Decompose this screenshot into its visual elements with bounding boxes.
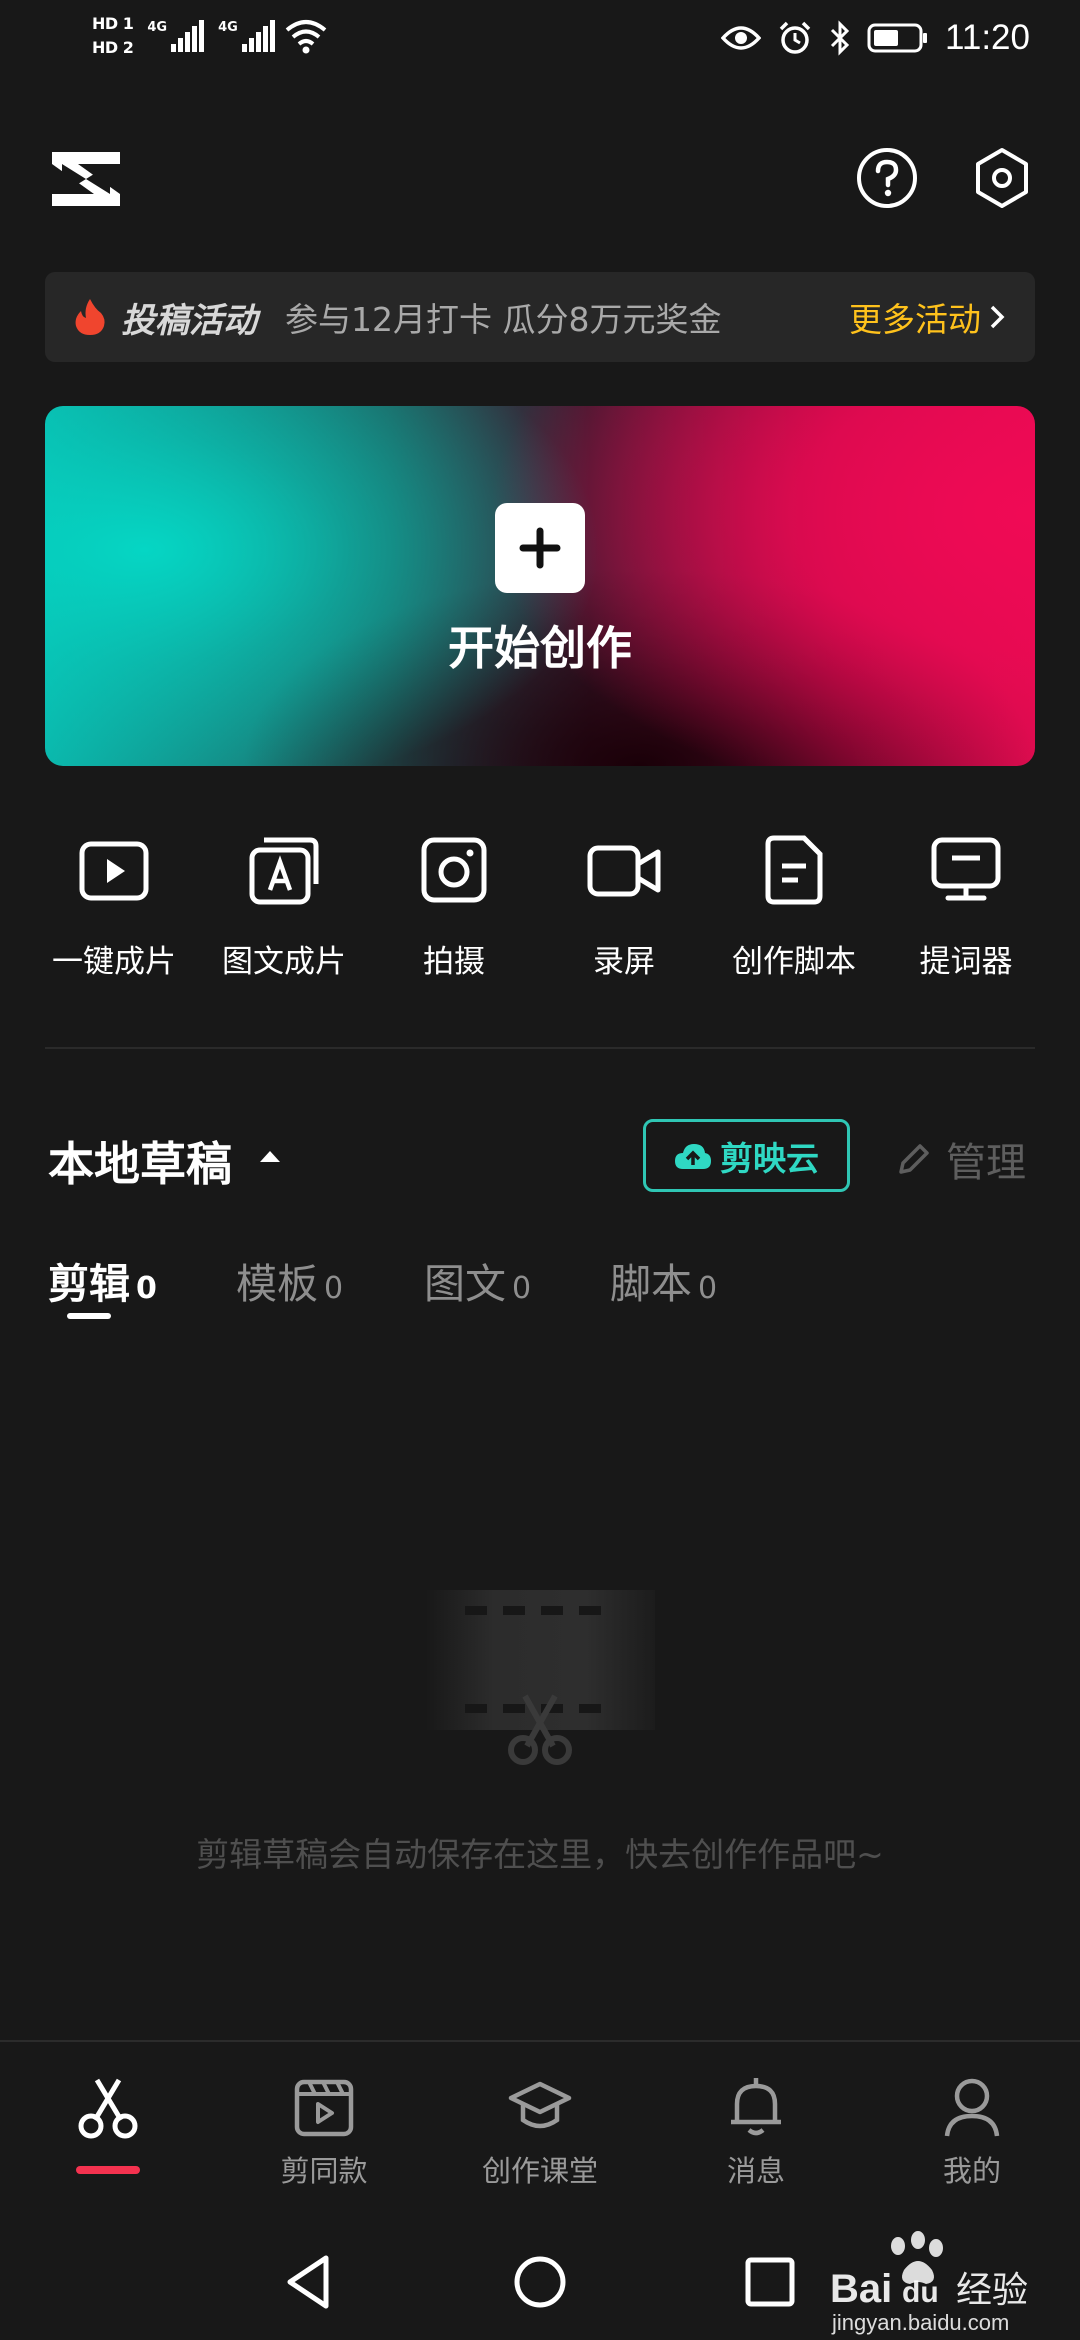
- nav-label: 消息: [726, 2154, 785, 2188]
- tool-shoot[interactable]: 拍摄: [369, 830, 539, 981]
- nav-active-indicator: [76, 2166, 140, 2174]
- play-square-icon: [79, 841, 149, 901]
- help-icon[interactable]: [855, 146, 919, 210]
- back-icon[interactable]: [284, 2254, 334, 2310]
- tool-text-to-video[interactable]: 图文成片: [199, 830, 369, 981]
- cloud-upload-icon: [675, 1143, 711, 1169]
- nav-profile[interactable]: 我的: [882, 2074, 1062, 2190]
- empty-film-scissors-icon: [425, 1590, 655, 1765]
- section-divider: [45, 1047, 1035, 1049]
- nav-label: 剪同款: [280, 2154, 368, 2188]
- script-doc-icon: [765, 835, 823, 905]
- banner-title: 投稿活动: [121, 300, 257, 341]
- tab-script[interactable]: 脚本 0: [610, 1250, 717, 1310]
- svg-text:jingyan.baidu.com: jingyan.baidu.com: [831, 2310, 1009, 2335]
- profile-icon: [944, 2078, 1000, 2137]
- tool-label: 创作脚本: [732, 944, 856, 980]
- nav-messages[interactable]: 消息: [666, 2074, 846, 2190]
- caret-up-icon[interactable]: [258, 1149, 282, 1163]
- video-camera-icon: [587, 845, 661, 897]
- tool-label: 一键成片: [52, 944, 176, 980]
- plus-icon[interactable]: [495, 503, 585, 593]
- svg-text:du: du: [902, 2276, 939, 2309]
- signal-icon: 4G: [218, 20, 275, 52]
- tool-label: 录屏: [593, 944, 655, 980]
- capcut-logo-icon: [52, 152, 120, 206]
- status-bar: HD 1 HD 2 4G 4G 11:20: [0, 0, 1080, 86]
- bell-icon: [731, 2078, 781, 2136]
- tab-template[interactable]: 模板 0: [236, 1250, 343, 1310]
- sim1-label: HD 1: [92, 14, 134, 33]
- tool-creation-script[interactable]: 创作脚本: [709, 830, 879, 981]
- nav-label: 我的: [942, 2154, 1001, 2188]
- status-left: HD 1 HD 2 4G 4G: [92, 14, 327, 58]
- baidu-watermark-logo: Bai du 经验 jingyan.baidu.com: [830, 2231, 1028, 2335]
- graduation-cap-icon: [508, 2081, 572, 2129]
- battery-icon: [867, 23, 927, 53]
- tool-label: 提词器: [919, 944, 1013, 980]
- capcut-cloud-button[interactable]: 剪映云: [643, 1119, 850, 1192]
- home-icon[interactable]: [512, 2254, 568, 2310]
- camera-icon: [421, 837, 487, 903]
- local-drafts-title[interactable]: 本地草稿: [48, 1128, 232, 1194]
- active-tab-indicator: [67, 1313, 111, 1319]
- scissors-icon: [78, 2078, 138, 2139]
- empty-state-text: 剪辑草稿会自动保存在这里，快去创作作品吧~: [196, 1835, 884, 1874]
- settings-icon[interactable]: [970, 146, 1034, 210]
- sim2-label: HD 2: [92, 38, 134, 57]
- fire-icon: [75, 299, 105, 335]
- nav-edit[interactable]: [18, 2074, 198, 2140]
- nav-label: 创作课堂: [481, 2154, 598, 2188]
- tool-one-click-video[interactable]: 一键成片: [29, 830, 199, 981]
- alarm-icon: [779, 21, 811, 54]
- tool-teleprompter[interactable]: 提词器: [881, 830, 1051, 981]
- more-activities-link[interactable]: 更多活动: [849, 293, 981, 341]
- start-creating-label: 开始创作: [448, 621, 632, 675]
- pencil-icon: [899, 1144, 929, 1174]
- bluetooth-icon: [830, 20, 850, 56]
- cloud-button-label: 剪映云: [720, 1138, 819, 1178]
- svg-text:Bai: Bai: [830, 2267, 892, 2311]
- banner-description: 参与12月打卡 瓜分8万元奖金: [285, 300, 722, 339]
- tab-edit[interactable]: 剪辑 0: [48, 1250, 157, 1310]
- template-clapper-icon: [294, 2079, 354, 2137]
- chevron-right-icon: [990, 305, 1005, 329]
- bottom-nav: 剪同款 创作课堂 消息 我的: [0, 2040, 1080, 2220]
- nav-same-template[interactable]: 剪同款: [234, 2074, 414, 2190]
- tool-label: 拍摄: [423, 944, 485, 980]
- nav-creator-class[interactable]: 创作课堂: [450, 2074, 630, 2190]
- manage-label: 管理: [946, 1140, 1026, 1186]
- recents-icon[interactable]: [744, 2256, 796, 2308]
- status-right: 11:20: [721, 18, 1030, 58]
- clock: 11:20: [945, 18, 1030, 57]
- activity-banner[interactable]: 投稿活动 参与12月打卡 瓜分8万元奖金 更多活动: [45, 272, 1035, 362]
- eye-icon: [721, 26, 761, 50]
- wifi-icon: [285, 20, 327, 54]
- tool-label: 图文成片: [222, 944, 346, 980]
- teleprompter-icon: [931, 837, 1001, 901]
- manage-button[interactable]: 管理: [896, 1130, 1026, 1188]
- signal-icon: 4G: [147, 20, 205, 52]
- text-to-video-icon: [249, 837, 319, 905]
- tool-screen-record[interactable]: 录屏: [539, 830, 709, 981]
- svg-text:经验: 经验: [956, 2270, 1028, 2311]
- tab-image-text[interactable]: 图文 0: [424, 1250, 531, 1310]
